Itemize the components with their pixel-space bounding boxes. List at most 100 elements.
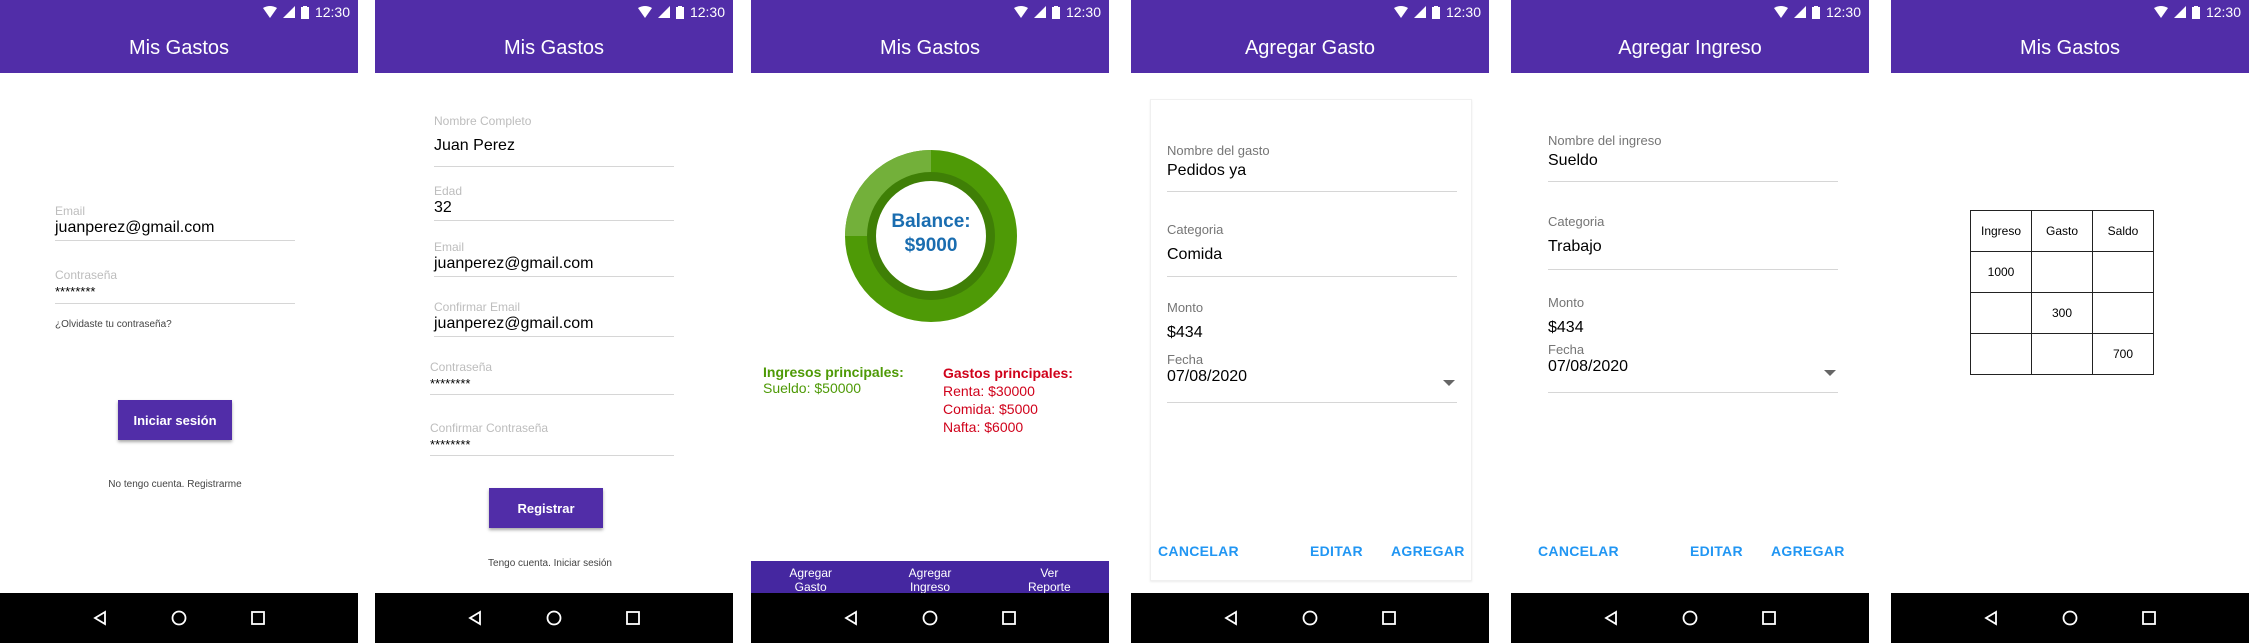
income-name-underline — [1548, 181, 1838, 182]
email-label: Email — [434, 240, 465, 254]
date-field[interactable]: Fecha 07/08/2020 — [1548, 342, 1838, 377]
edit-button[interactable]: EDITAR — [1310, 543, 1363, 559]
date-field[interactable]: Fecha 07/08/2020 — [1167, 352, 1457, 387]
wifi-icon — [1773, 6, 1788, 18]
home-icon[interactable] — [2050, 598, 2090, 638]
home-icon[interactable] — [1670, 598, 1710, 638]
home-icon[interactable] — [910, 598, 950, 638]
register-button[interactable]: Registrar — [489, 488, 603, 528]
add-income-tab-line2: Ingreso — [909, 580, 950, 594]
password-field[interactable]: Contraseña ******** — [430, 360, 674, 394]
income-name-field[interactable]: Nombre del ingreso Sueldo — [1548, 133, 1838, 171]
password-underline — [430, 394, 674, 395]
home-icon[interactable] — [1290, 598, 1330, 638]
signal-icon — [1793, 6, 1806, 18]
confirm-password-value: ******** — [430, 437, 471, 452]
login-button[interactable]: Iniciar sesión — [118, 400, 232, 440]
home-icon[interactable] — [534, 598, 574, 638]
full-name-field[interactable]: Nombre Completo Juan Perez — [434, 114, 674, 156]
age-field[interactable]: Edad 32 — [434, 184, 674, 218]
app-bar-title: Mis Gastos — [751, 24, 1109, 73]
expense-name-field[interactable]: Nombre del gasto Pedidos ya — [1167, 143, 1457, 181]
balance-value: $9000 — [904, 235, 958, 256]
age-label: Edad — [434, 184, 463, 198]
category-field[interactable]: Categoria Trabajo — [1548, 214, 1838, 257]
add-button[interactable]: AGREGAR — [1391, 543, 1465, 559]
recents-icon[interactable] — [1369, 598, 1409, 638]
expense-summary: Gastos principales: Renta: $30000 Comida… — [943, 364, 1073, 436]
battery-icon — [1051, 5, 1060, 19]
battery-icon — [675, 5, 684, 19]
recents-icon[interactable] — [989, 598, 1029, 638]
login-link[interactable]: Tengo cuenta. Iniciar sesión — [375, 558, 725, 569]
battery-icon — [300, 5, 309, 19]
dashboard-screen: 12:30 Mis Gastos Balance: $9000 Ingresos… — [751, 0, 1109, 643]
recents-icon[interactable] — [238, 598, 278, 638]
wifi-icon — [262, 6, 277, 18]
back-icon[interactable] — [80, 598, 120, 638]
confirm-password-field[interactable]: Confirmar Contraseña ******** — [430, 421, 674, 455]
date-underline — [1548, 392, 1838, 393]
table-cell — [2031, 333, 2093, 375]
table-cell: 1000 — [1970, 251, 2032, 293]
view-report-tab-line1: Ver — [1040, 566, 1059, 580]
signal-icon — [2173, 6, 2186, 18]
status-bar: 12:30 — [751, 0, 1109, 24]
full-name-underline — [434, 166, 674, 167]
email-underline — [434, 276, 674, 277]
amount-field[interactable]: Monto $434 — [1548, 295, 1838, 338]
table-cell: 300 — [2031, 292, 2093, 334]
table-row: 300 — [1970, 292, 2154, 334]
back-icon[interactable] — [831, 598, 871, 638]
table-row: 1000 — [1970, 251, 2154, 293]
date-dropdown-icon[interactable] — [1824, 370, 1836, 376]
table-cell — [2092, 292, 2154, 334]
email-field[interactable]: Email juanperez@gmail.com — [55, 204, 295, 238]
cancel-button[interactable]: CANCELAR — [1538, 543, 1619, 559]
add-expense-tab[interactable]: Agregar Gasto — [789, 566, 832, 594]
view-report-tab[interactable]: Ver Reporte — [1028, 566, 1071, 594]
amount-label: Monto — [1548, 295, 1585, 310]
wifi-icon — [637, 6, 652, 18]
report-table: Ingreso Gasto Saldo 1000 300 700 — [1970, 210, 2154, 375]
confirm-email-value: juanperez@gmail.com — [434, 315, 594, 332]
system-nav-bar — [751, 593, 1109, 643]
date-underline — [1167, 402, 1457, 403]
password-field[interactable]: Contraseña ******** — [55, 268, 295, 302]
back-icon[interactable] — [455, 598, 495, 638]
recents-icon[interactable] — [1749, 598, 1789, 638]
recents-icon[interactable] — [613, 598, 653, 638]
back-icon[interactable] — [1591, 598, 1631, 638]
cancel-button[interactable]: CANCELAR — [1158, 543, 1239, 559]
age-underline — [434, 220, 674, 221]
category-field[interactable]: Categoria Comida — [1167, 222, 1457, 265]
date-dropdown-icon[interactable] — [1443, 380, 1455, 386]
amount-field[interactable]: Monto $434 — [1167, 300, 1457, 343]
income-item: Sueldo: $50000 — [763, 380, 862, 396]
recents-icon[interactable] — [2129, 598, 2169, 638]
forgot-password-link[interactable]: ¿Olvidaste tu contraseña? — [55, 319, 172, 330]
view-report-tab-line2: Reporte — [1027, 580, 1071, 594]
add-expense-tab-line2: Gasto — [794, 580, 827, 594]
edit-button[interactable]: EDITAR — [1690, 543, 1743, 559]
table-header-row: Ingreso Gasto Saldo — [1970, 210, 2154, 252]
back-icon[interactable] — [1211, 598, 1251, 638]
add-expense-tab-line1: Agregar — [789, 566, 833, 580]
email-field[interactable]: Email juanperez@gmail.com — [434, 240, 674, 274]
app-bar-title: Mis Gastos — [1891, 24, 2249, 73]
home-icon[interactable] — [159, 598, 199, 638]
add-button[interactable]: AGREGAR — [1771, 543, 1845, 559]
status-bar: 12:30 — [375, 0, 733, 24]
status-time: 12:30 — [1065, 4, 1101, 20]
table-row: 700 — [1970, 333, 2154, 375]
confirm-email-field[interactable]: Confirmar Email juanperez@gmail.com — [434, 300, 674, 334]
add-income-tab[interactable]: Agregar Ingreso — [909, 566, 952, 594]
age-value: 32 — [434, 199, 452, 216]
back-icon[interactable] — [1971, 598, 2011, 638]
expense-item: Renta: $30000 — [943, 383, 1035, 399]
signal-icon — [1413, 6, 1426, 18]
battery-icon — [1811, 5, 1820, 19]
system-nav-bar — [1511, 593, 1869, 643]
table-cell: 700 — [2092, 333, 2154, 375]
register-link[interactable]: No tengo cuenta. Registrarme — [0, 479, 350, 490]
